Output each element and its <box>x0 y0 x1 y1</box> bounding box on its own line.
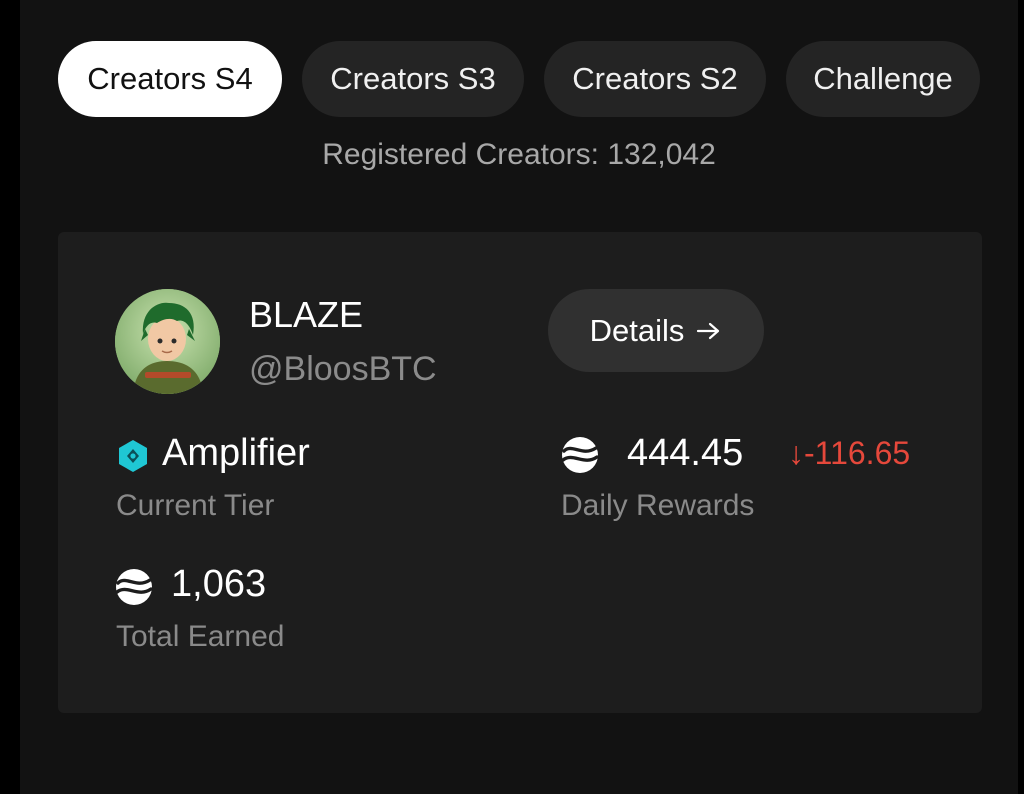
creator-name: BLAZE <box>249 294 364 335</box>
token-icon <box>560 435 600 480</box>
arrow-right-icon <box>696 313 722 349</box>
avatar[interactable] <box>115 289 220 394</box>
tier-value: Amplifier <box>162 432 310 474</box>
daily-rewards-value: 444.45 <box>627 432 744 474</box>
registered-creators-count: Registered Creators: 132,042 <box>322 138 716 171</box>
total-earned-label: Total Earned <box>116 620 285 653</box>
creator-handle[interactable]: @BloosBTC <box>249 350 437 389</box>
tab-challenge[interactable]: Challenge <box>786 41 980 117</box>
daily-rewards-label: Daily Rewards <box>561 489 755 522</box>
daily-rewards-change: ↓-116.65 <box>788 435 911 471</box>
tier-label: Current Tier <box>116 489 275 522</box>
tab-creators-s3[interactable]: Creators S3 <box>302 41 524 117</box>
tier-hexagon-icon <box>117 439 149 478</box>
creator-card: BLAZE @BloosBTC Details Amplifier Curren… <box>58 232 982 713</box>
token-icon <box>114 567 154 612</box>
details-button[interactable]: Details <box>548 289 764 372</box>
total-earned-value: 1,063 <box>171 563 267 605</box>
tab-creators-s4[interactable]: Creators S4 <box>58 41 282 117</box>
tab-creators-s2[interactable]: Creators S2 <box>544 41 766 117</box>
details-label: Details <box>589 312 685 348</box>
season-tabs: Creators S4 Creators S3 Creators S2 Chal… <box>58 41 980 117</box>
